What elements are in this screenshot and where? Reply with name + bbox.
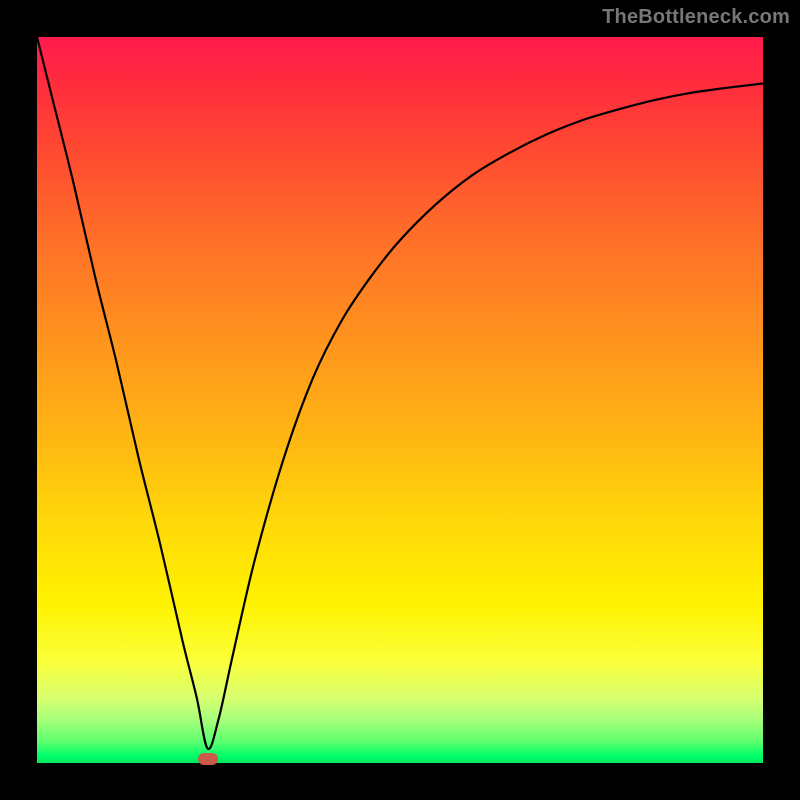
chart-frame: TheBottleneck.com: [0, 0, 800, 800]
plot-area: [37, 37, 763, 763]
watermark-text: TheBottleneck.com: [602, 6, 790, 29]
bottleneck-curve: [37, 37, 763, 763]
minimum-marker: [198, 753, 218, 765]
